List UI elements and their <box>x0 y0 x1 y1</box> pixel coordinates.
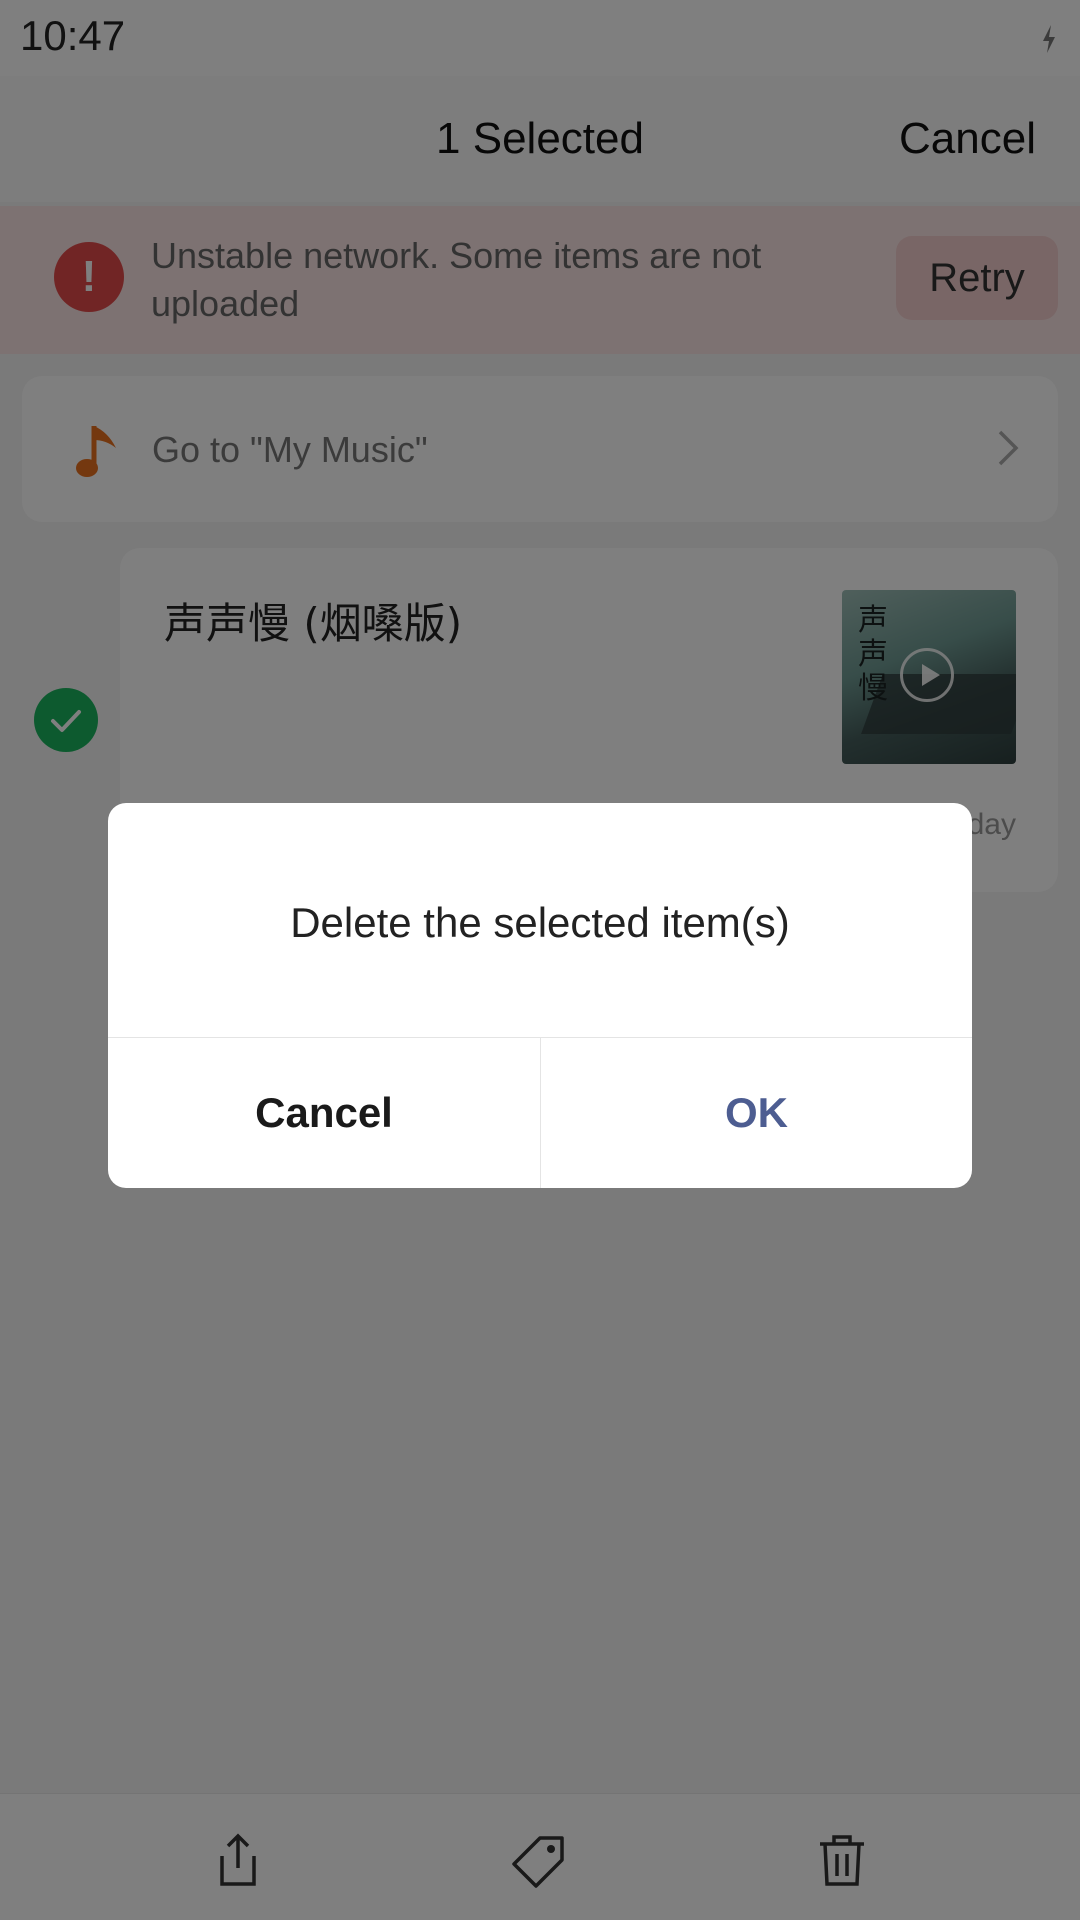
delete-confirm-dialog: Delete the selected item(s) Cancel OK <box>108 803 972 1188</box>
dialog-ok-button[interactable]: OK <box>541 1038 972 1188</box>
dialog-cancel-button[interactable]: Cancel <box>108 1038 540 1188</box>
dialog-message: Delete the selected item(s) <box>290 899 790 946</box>
